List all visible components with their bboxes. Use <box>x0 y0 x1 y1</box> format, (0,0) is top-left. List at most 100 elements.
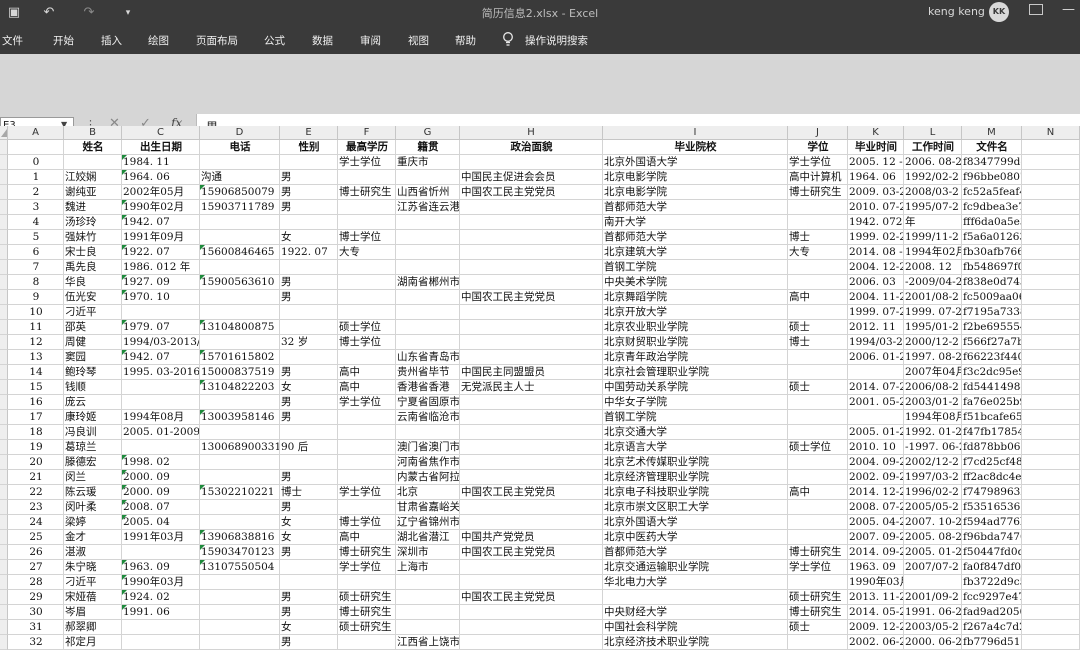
cell-school[interactable]: 北京市崇文区职工大学 <box>603 500 788 515</box>
cell-hometown[interactable]: 江西省上饶市 <box>396 635 460 650</box>
cell-work-time[interactable]: 1992. 01-2 <box>904 425 962 440</box>
row-header[interactable] <box>0 425 8 440</box>
cell-birth-date[interactable]: 1963. 09 <box>122 560 200 575</box>
cell-gender[interactable] <box>280 305 338 320</box>
cell-gender[interactable]: 男 <box>280 590 338 605</box>
cell-file-name[interactable]: fc5009aa0611. pdf <box>962 290 1022 305</box>
cell-gender[interactable]: 男 <box>280 365 338 380</box>
cell-row-number[interactable]: 24 <box>8 515 64 530</box>
row-header[interactable] <box>0 485 8 500</box>
tab-review[interactable]: 审阅 <box>360 33 381 48</box>
cell-school[interactable]: 北京电影学院 <box>603 185 788 200</box>
cell-graduation-time[interactable]: 1963. 09 <box>848 560 904 575</box>
cell-file-name[interactable]: fa0f847df067. pdf <box>962 560 1022 575</box>
cell-school[interactable]: 北京经济管理职业学院 <box>603 470 788 485</box>
cell-degree[interactable]: 高中 <box>788 485 848 500</box>
cell-name[interactable]: 闵兰 <box>64 470 122 485</box>
cell-name[interactable]: 华良 <box>64 275 122 290</box>
cell-file-name[interactable]: f594ad776b59. pdf <box>962 515 1022 530</box>
cell-degree[interactable] <box>788 410 848 425</box>
cell-hometown[interactable] <box>396 425 460 440</box>
cell-name[interactable]: 陈云瑗 <box>64 485 122 500</box>
cell-file-name[interactable]: fb548697f000. pdf <box>962 260 1022 275</box>
cell-name[interactable]: 刁近平 <box>64 305 122 320</box>
cell-education[interactable]: 硕士研究生 <box>338 590 396 605</box>
row-header[interactable] <box>0 335 8 350</box>
cell-graduation-time[interactable]: 2009. 03-2 <box>848 185 904 200</box>
cell-phone[interactable]: 13107550504 <box>200 560 280 575</box>
user-name[interactable]: keng keng <box>928 5 985 18</box>
cell-phone[interactable]: 13104822203 <box>200 380 280 395</box>
cell-row-number[interactable]: 8 <box>8 275 64 290</box>
cell-phone[interactable]: 15000837519 <box>200 365 280 380</box>
cell-phone[interactable]: 15900563610 <box>200 275 280 290</box>
cell-extra[interactable] <box>1022 395 1080 410</box>
cell-phone[interactable] <box>200 155 280 170</box>
cell-file-name[interactable]: fa76e025b9d5. pdf <box>962 395 1022 410</box>
row-header[interactable] <box>0 635 8 650</box>
cell-gender[interactable]: 1922. 07 <box>280 245 338 260</box>
row-header[interactable] <box>0 290 8 305</box>
cell-gender[interactable]: 女 <box>280 380 338 395</box>
cell-work-time[interactable]: 2001/09-2 <box>904 590 962 605</box>
cell-graduation-time[interactable]: 2001. 05-2 <box>848 395 904 410</box>
cell-name[interactable]: 魏进 <box>64 200 122 215</box>
cell-extra[interactable] <box>1022 275 1080 290</box>
cell-birth-date[interactable]: 1979. 07 <box>122 320 200 335</box>
cell-political-status[interactable] <box>460 410 603 425</box>
cell-work-time[interactable]: -1997. 06-2 <box>904 440 962 455</box>
cell-gender[interactable] <box>280 425 338 440</box>
cell-work-time[interactable]: 2007/07-2 <box>904 560 962 575</box>
cell-work-time[interactable]: 1999. 07-2 <box>904 305 962 320</box>
cell-political-status[interactable] <box>460 515 603 530</box>
cell-graduation-time[interactable]: 2004. 11-2 <box>848 290 904 305</box>
cell-file-name[interactable]: f66223f44059. pdf <box>962 350 1022 365</box>
cell-row-number[interactable]: 27 <box>8 560 64 575</box>
cell-file-name[interactable]: fd5441498d90. pdf <box>962 380 1022 395</box>
cell-file-name[interactable]: f5a6a01263b2. pdf <box>962 230 1022 245</box>
cell-extra[interactable] <box>1022 230 1080 245</box>
tab-data[interactable]: 数据 <box>312 33 333 48</box>
cell-file-name[interactable]: f838e0d743d7. pdf <box>962 275 1022 290</box>
cell-file-name[interactable]: f566f27a7b30. pdf <box>962 335 1022 350</box>
cell-name[interactable]: 朱宁晓 <box>64 560 122 575</box>
cell-degree[interactable] <box>788 635 848 650</box>
cell-phone[interactable] <box>200 215 280 230</box>
cell-work-time[interactable]: 2003/05-2 <box>904 620 962 635</box>
cell-work-time[interactable]: 2000/12-2 <box>904 335 962 350</box>
cell-birth-date[interactable]: 1986. 012 年 <box>122 260 200 275</box>
cell-education[interactable] <box>338 455 396 470</box>
cell-hometown[interactable] <box>396 575 460 590</box>
cell-name[interactable]: 冯良训 <box>64 425 122 440</box>
cell-name[interactable]: 钱顺 <box>64 380 122 395</box>
cell-school[interactable]: 北京艺术传媒职业学院 <box>603 455 788 470</box>
cell-graduation-time[interactable]: 2014. 07-2 <box>848 380 904 395</box>
cell-work-time[interactable]: 2006/08-2 <box>904 380 962 395</box>
column-header-c[interactable]: C <box>122 126 200 140</box>
cell-degree[interactable]: 硕士 <box>788 620 848 635</box>
cell-extra[interactable] <box>1022 485 1080 500</box>
cell-phone[interactable]: 13003958146 <box>200 410 280 425</box>
cell-birth-date[interactable] <box>122 380 200 395</box>
cell-birth-date[interactable]: 1984. 11 <box>122 155 200 170</box>
cell-file-name[interactable]: fc9dbea3e727. pdf <box>962 200 1022 215</box>
cell-phone[interactable]: 15600846465 <box>200 245 280 260</box>
cell-row-number[interactable]: 0 <box>8 155 64 170</box>
cell-gender[interactable]: 女 <box>280 530 338 545</box>
cell-row-number[interactable]: 4 <box>8 215 64 230</box>
cell-name[interactable]: 滕德宏 <box>64 455 122 470</box>
cell-phone[interactable]: 13906838816 <box>200 530 280 545</box>
cell-birth-date[interactable]: 1994/03-2013/11 <box>122 335 200 350</box>
cell-political-status[interactable] <box>460 275 603 290</box>
cell-school[interactable]: 北京电子科技职业学院 <box>603 485 788 500</box>
cell-name[interactable]: 刁近平 <box>64 575 122 590</box>
cell-degree[interactable]: 学士学位 <box>788 155 848 170</box>
row-header[interactable] <box>0 380 8 395</box>
cell-degree[interactable]: 大专 <box>788 245 848 260</box>
cell-file-name[interactable]: f5351653600a. pdf <box>962 500 1022 515</box>
cell-degree[interactable]: 硕士学位 <box>788 440 848 455</box>
cell-graduation-time[interactable]: 2009. 12-2 <box>848 620 904 635</box>
cell-political-status[interactable]: 中国农工民主党党员 <box>460 485 603 500</box>
cell-phone[interactable] <box>200 395 280 410</box>
cell-degree[interactable]: 高中 <box>788 290 848 305</box>
